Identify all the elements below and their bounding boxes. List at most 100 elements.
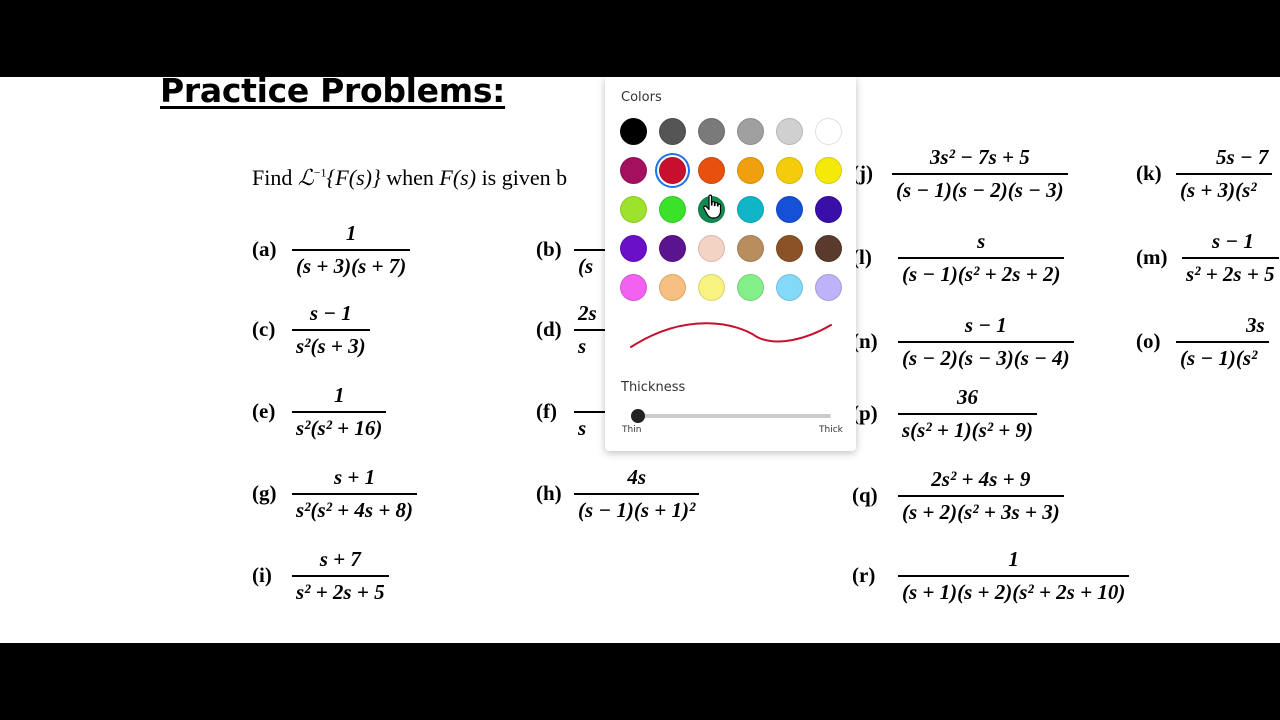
denominator: s² + 2s + 5 [292,575,389,605]
instruction-end: is given b [476,165,568,190]
color-swatch[interactable] [659,196,686,223]
instruction-fs: F(s) [439,165,477,190]
denominator: (s − 2)(s − 3)(s − 4) [898,341,1074,371]
problem-label: (d) [536,317,562,341]
pen-color-picker: Colors Thickness Thin Thick [605,77,856,451]
fraction: s − 1 s² + 2s + 5 [1182,229,1279,287]
color-swatch[interactable] [776,274,803,301]
colors-heading: Colors [621,90,662,105]
color-swatch[interactable] [776,157,803,184]
color-swatch[interactable] [698,118,725,145]
color-swatch[interactable] [815,235,842,262]
color-swatch[interactable] [737,118,764,145]
fraction: 1 s²(s² + 16) [292,383,387,441]
thickness-slider-track[interactable] [631,414,831,418]
color-swatch[interactable] [737,274,764,301]
color-swatch[interactable] [620,235,647,262]
color-swatch[interactable] [659,274,686,301]
hand-cursor-icon [703,194,722,219]
problem-label: (i) [252,563,272,587]
thick-label: Thick [819,425,843,435]
numerator: s [977,229,986,253]
color-swatch[interactable] [815,157,842,184]
problem-label: (e) [252,399,276,423]
stroke-preview [630,322,832,348]
numerator: s − 1 [309,301,352,325]
color-swatch[interactable] [620,274,647,301]
color-swatch[interactable] [815,118,842,145]
denominator: s²(s + 3) [292,329,370,359]
color-swatch[interactable] [659,157,686,184]
inverse-superscript: −1 [313,165,327,180]
page-title: Practice Problems: [160,77,506,110]
denominator: (s − 1)(s² + 2s + 2) [898,257,1065,287]
instruction-arg: {F(s)} [326,165,381,190]
problem-label: (r) [852,563,876,587]
color-swatch[interactable] [659,235,686,262]
fraction: 2s² + 4s + 9 (s + 2)(s² + 3s + 3) [898,467,1064,525]
fraction: 1 (s + 1)(s + 2)(s² + 2s + 10) [898,547,1130,605]
numerator: 3s [1246,313,1265,337]
color-swatch-grid [620,118,850,301]
denominator: (s − 1)(s − 2)(s − 3) [892,173,1068,203]
instruction-text: Find ℒ−1{F(s)} when F(s) is given b [252,165,567,191]
problem-label: (h) [536,481,562,505]
numerator: 5s − 7 [1216,145,1269,169]
fraction: 3s² − 7s + 5 (s − 1)(s − 2)(s − 3) [892,145,1068,203]
color-swatch[interactable] [620,157,647,184]
fraction: 5s − 7 (s + 3)(s² [1176,145,1273,203]
numerator: 1 [333,383,345,407]
numerator: 2s² + 4s + 9 [931,467,1031,491]
numerator: s + 1 [333,465,376,489]
numerator: 4s [627,465,646,489]
color-swatch[interactable] [698,274,725,301]
fraction: s − 1 (s − 2)(s − 3)(s − 4) [898,313,1074,371]
denominator: (s − 1)(s² [1176,341,1269,371]
color-swatch[interactable] [776,118,803,145]
color-swatch[interactable] [737,235,764,262]
problem-label: (a) [252,237,277,261]
instruction-mid: when [380,165,440,190]
numerator: 3s² − 7s + 5 [929,145,1030,169]
denominator: (s − 1)(s + 1)² [574,493,700,523]
thickness-heading: Thickness [621,380,686,395]
denominator: (s + 2)(s² + 3s + 3) [898,495,1064,525]
color-swatch[interactable] [737,196,764,223]
color-swatch[interactable] [776,235,803,262]
fraction: 1 (s + 3)(s + 7) [292,221,411,279]
problem-label: (b) [536,237,562,261]
color-swatch[interactable] [620,118,647,145]
numerator: 1 [1008,547,1019,571]
problem-label: (g) [252,481,277,505]
color-swatch[interactable] [698,235,725,262]
instruction-find: Find [252,165,298,190]
denominator: s(s² + 1)(s² + 9) [898,413,1038,443]
fraction: 3s (s − 1)(s² [1176,313,1269,371]
problem-label: (q) [852,483,878,507]
color-swatch[interactable] [659,118,686,145]
color-swatch[interactable] [815,274,842,301]
denominator: (s + 1)(s + 2)(s² + 2s + 10) [898,575,1130,605]
problem-label: (o) [1136,329,1161,353]
problem-label: (m) [1136,245,1168,269]
problem-label: (k) [1136,161,1162,185]
color-swatch[interactable] [620,196,647,223]
color-swatch[interactable] [737,157,764,184]
numerator: 1 [345,221,357,245]
numerator: s + 7 [319,547,361,571]
color-swatch[interactable] [776,196,803,223]
fraction: s + 7 s² + 2s + 5 [292,547,389,605]
fraction: s (s − 1)(s² + 2s + 2) [898,229,1065,287]
denominator: (s + 3)(s + 7) [292,249,411,279]
laplace-operator: ℒ [297,165,314,190]
color-swatch[interactable] [698,157,725,184]
color-swatch[interactable] [815,196,842,223]
numerator: s − 1 [1212,229,1254,253]
fraction: 36 s(s² + 1)(s² + 9) [898,385,1038,443]
numerator: 36 [957,385,978,409]
denominator: s²(s² + 16) [292,411,387,441]
denominator: (s + 3)(s² [1176,173,1273,203]
thin-label: Thin [622,425,642,435]
thickness-slider-handle[interactable] [631,409,645,423]
denominator: s²(s² + 4s + 8) [292,493,418,523]
